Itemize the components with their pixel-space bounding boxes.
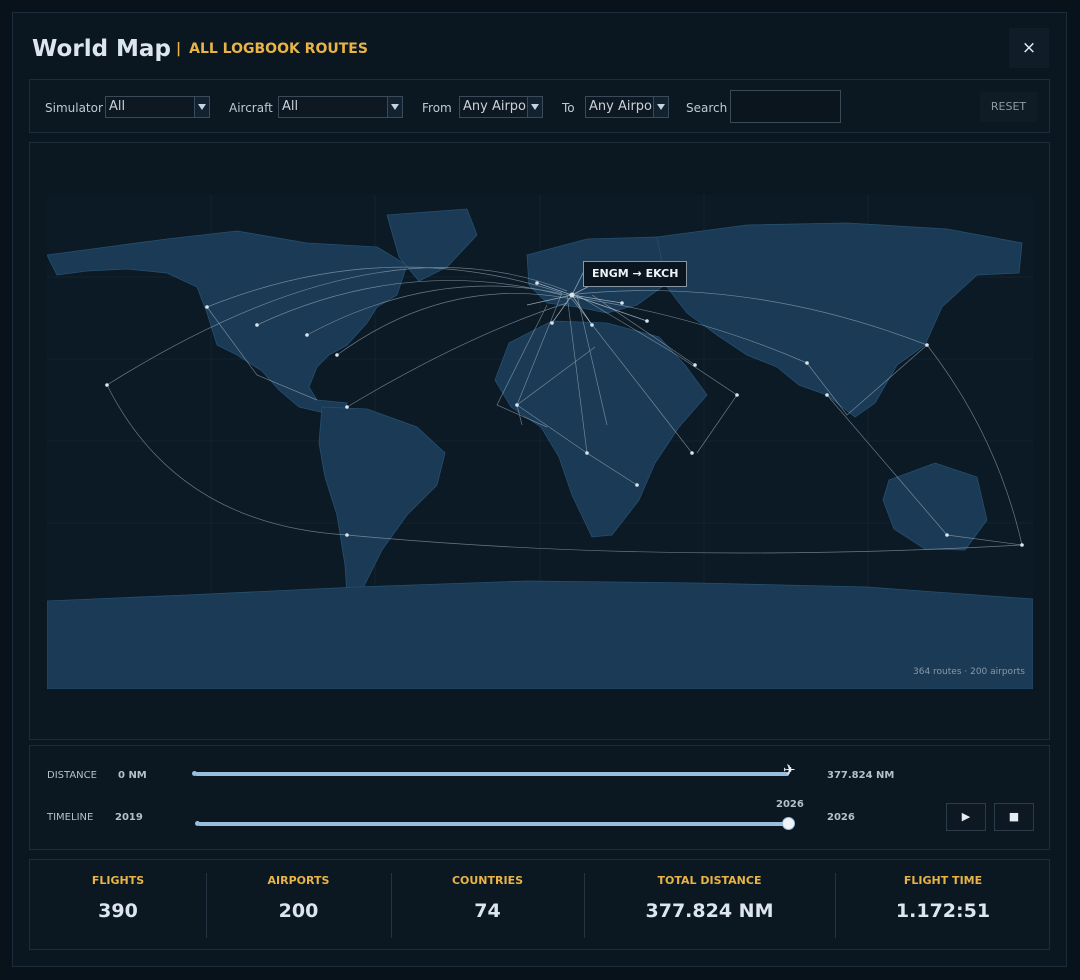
from-select[interactable]: Any Airpor	[459, 96, 543, 118]
world-map[interactable]	[47, 195, 1033, 689]
aircraft-select[interactable]: All	[278, 96, 403, 118]
stat-airports: AIRPORTS 200	[206, 860, 391, 951]
stop-button[interactable]: ■	[994, 803, 1034, 831]
timeline-current-value: 2026	[776, 799, 804, 810]
chevron-down-icon	[194, 97, 209, 117]
search-input[interactable]	[730, 90, 841, 123]
play-button[interactable]: ▶	[946, 803, 986, 831]
chevron-down-icon	[387, 97, 402, 117]
stat-label: AIRPORTS	[267, 874, 330, 887]
antarctica-land	[47, 580, 1033, 689]
stat-flights: FLIGHTS 390	[30, 860, 206, 951]
stats-panel: FLIGHTS 390 AIRPORTS 200 COUNTRIES 74 TO…	[29, 859, 1050, 950]
timeline-end-value: 2026	[827, 812, 855, 823]
page-subtitle: ALL LOGBOOK ROUTES	[176, 41, 368, 57]
simulator-label: Simulator	[45, 101, 103, 115]
stat-label: FLIGHT TIME	[903, 874, 983, 887]
reset-button[interactable]: RESET	[980, 92, 1037, 122]
timeline-slider-thumb[interactable]	[782, 817, 795, 830]
filter-controls-panel: DISTANCE 0 NM ✈ 377.824 NM TIMELINE 2019…	[29, 745, 1050, 850]
distance-max-value: 377.824 NM	[827, 770, 895, 781]
from-label: From	[422, 101, 452, 115]
close-button[interactable]: ×	[1009, 28, 1049, 68]
chevron-down-icon	[527, 97, 542, 117]
to-select-value: Any Airpor	[589, 99, 658, 114]
stat-value: 74	[474, 900, 501, 922]
filter-bar: Simulator All Aircraft All From Any Airp…	[29, 79, 1050, 133]
airplane-icon[interactable]: ✈	[783, 761, 796, 779]
search-label: Search	[686, 101, 728, 115]
stat-value: 1.172:51	[895, 900, 991, 922]
aircraft-select-value: All	[282, 99, 299, 114]
page-title: World Map	[32, 36, 171, 62]
simulator-select[interactable]: All	[105, 96, 210, 118]
stat-value: 200	[278, 900, 319, 922]
stat-value: 377.824 NM	[645, 900, 774, 922]
from-select-value: Any Airpor	[463, 99, 532, 114]
distance-min-value: 0 NM	[118, 770, 147, 781]
to-select[interactable]: Any Airpor	[585, 96, 669, 118]
timeline-label: TIMELINE	[47, 812, 94, 823]
map-summary: 364 routes · 200 airports	[913, 667, 1025, 677]
stat-label: COUNTRIES	[451, 874, 524, 887]
stat-value: 390	[98, 900, 138, 922]
distance-label: DISTANCE	[47, 770, 97, 781]
stat-countries: COUNTRIES 74	[391, 860, 584, 951]
map-panel: ENGM → EKCH 364 routes · 200 airports	[29, 142, 1050, 740]
stat-label: FLIGHTS	[91, 874, 145, 887]
aircraft-label: Aircraft	[229, 101, 273, 115]
stat-label: TOTAL DISTANCE	[657, 874, 762, 887]
distance-slider[interactable]	[195, 772, 789, 776]
timeline-start-value: 2019	[115, 812, 143, 823]
route-tooltip: ENGM → EKCH	[583, 261, 688, 287]
stat-flight-time: FLIGHT TIME 1.172:51	[835, 860, 1051, 951]
chevron-down-icon	[653, 97, 668, 117]
stat-total-distance: TOTAL DISTANCE 377.824 NM	[584, 860, 835, 951]
timeline-slider[interactable]	[198, 822, 786, 826]
to-label: To	[562, 101, 575, 115]
simulator-select-value: All	[109, 99, 126, 114]
